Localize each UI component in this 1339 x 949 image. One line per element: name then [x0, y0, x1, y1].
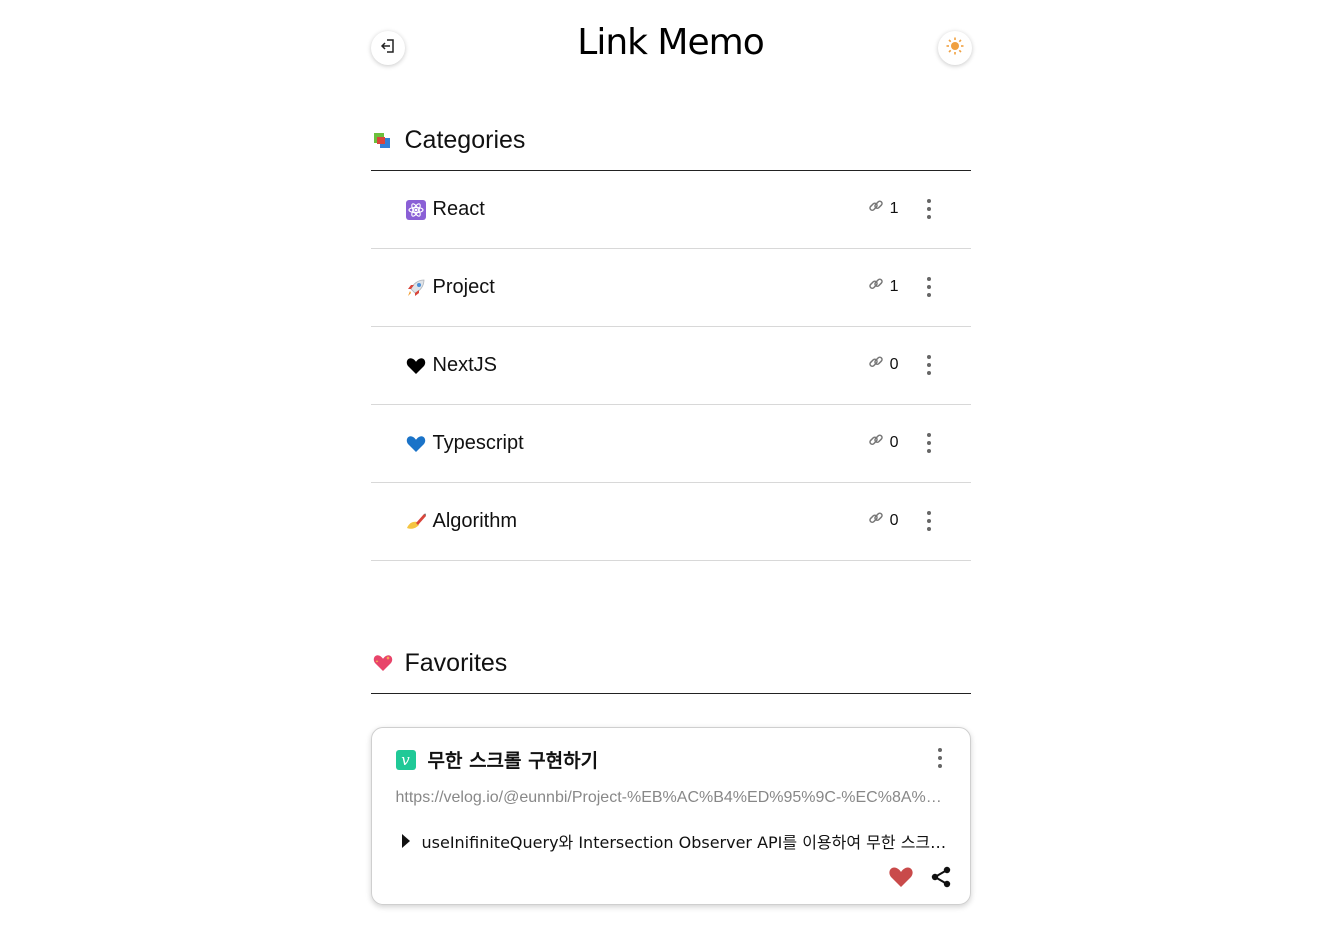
more-options-icon[interactable]	[923, 353, 935, 377]
theme-toggle-button[interactable]	[937, 31, 972, 65]
more-options-icon[interactable]	[923, 431, 935, 455]
category-label: Project	[432, 276, 495, 298]
card-description: useInifiniteQuery와 Intersection Observer…	[421, 833, 952, 852]
link-count-value: 0	[889, 433, 899, 451]
sparkling-heart-icon	[371, 651, 395, 675]
category-label: Typescript	[432, 432, 524, 454]
link-icon	[868, 276, 884, 297]
sun-icon	[946, 37, 964, 60]
card-url[interactable]: https://velog.io/@eunnbi/Project-%EB%AC%…	[396, 789, 948, 807]
favorite-heart-icon[interactable]	[888, 866, 914, 888]
category-list: React 1 Project 1 NextJS 0 Typescript 0 …	[370, 171, 971, 561]
more-options-icon[interactable]	[923, 509, 935, 533]
link-icon	[868, 510, 884, 531]
category-item-typescript[interactable]: Typescript 0	[370, 405, 971, 483]
favorites-section-header: Favorites	[371, 645, 971, 681]
favorite-link-card[interactable]: v 무한 스크롤 구현하기 https://velog.io/@eunnbi/P…	[370, 727, 971, 905]
more-options-icon[interactable]	[923, 275, 935, 299]
category-blocks-icon	[371, 128, 395, 152]
link-count: 1	[868, 276, 899, 297]
rocket-icon	[405, 277, 427, 299]
link-count: 0	[868, 432, 899, 453]
category-item-algorithm[interactable]: Algorithm 0	[370, 483, 971, 561]
link-count-value: 0	[889, 511, 899, 529]
card-more-options-icon[interactable]	[934, 746, 946, 770]
favorites-divider	[370, 693, 971, 694]
link-icon	[868, 432, 884, 453]
velog-site-icon: v	[395, 749, 416, 770]
card-actions	[872, 866, 952, 888]
link-icon	[868, 354, 884, 375]
categories-section-header: Categories	[371, 122, 971, 158]
link-count-value: 1	[889, 277, 899, 295]
category-item-react[interactable]: React 1	[370, 171, 971, 249]
card-description-toggle[interactable]: useInifiniteQuery와 Intersection Observer…	[396, 829, 952, 853]
category-label: React	[432, 198, 485, 220]
black-heart-icon	[405, 355, 427, 377]
category-label: Algorithm	[432, 510, 517, 532]
category-label: NextJS	[432, 354, 497, 376]
categories-heading: Categories	[404, 125, 526, 154]
category-item-nextjs[interactable]: NextJS 0	[370, 327, 971, 405]
card-title[interactable]: 무한 스크롤 구현하기	[428, 746, 599, 773]
link-icon	[868, 198, 884, 219]
link-count: 1	[868, 198, 899, 219]
page: Link Memo Categories React 1 Project 1 N…	[369, 0, 972, 905]
more-options-icon[interactable]	[923, 197, 935, 221]
link-count: 0	[868, 354, 899, 375]
link-count-value: 0	[889, 355, 899, 373]
expand-triangle-icon[interactable]	[401, 834, 410, 848]
link-count-value: 1	[889, 199, 899, 217]
header: Link Memo	[370, 0, 972, 100]
app-title: Link Memo	[577, 22, 764, 63]
blue-heart-icon	[405, 433, 427, 455]
favorites-heading: Favorites	[404, 648, 508, 677]
link-count: 0	[868, 510, 899, 531]
share-icon[interactable]	[930, 866, 952, 888]
card-title-row: v 무한 스크롤 구현하기	[395, 746, 599, 773]
category-item-project[interactable]: Project 1	[370, 249, 971, 327]
atom-icon	[405, 199, 427, 221]
writing-hand-icon	[405, 511, 427, 533]
